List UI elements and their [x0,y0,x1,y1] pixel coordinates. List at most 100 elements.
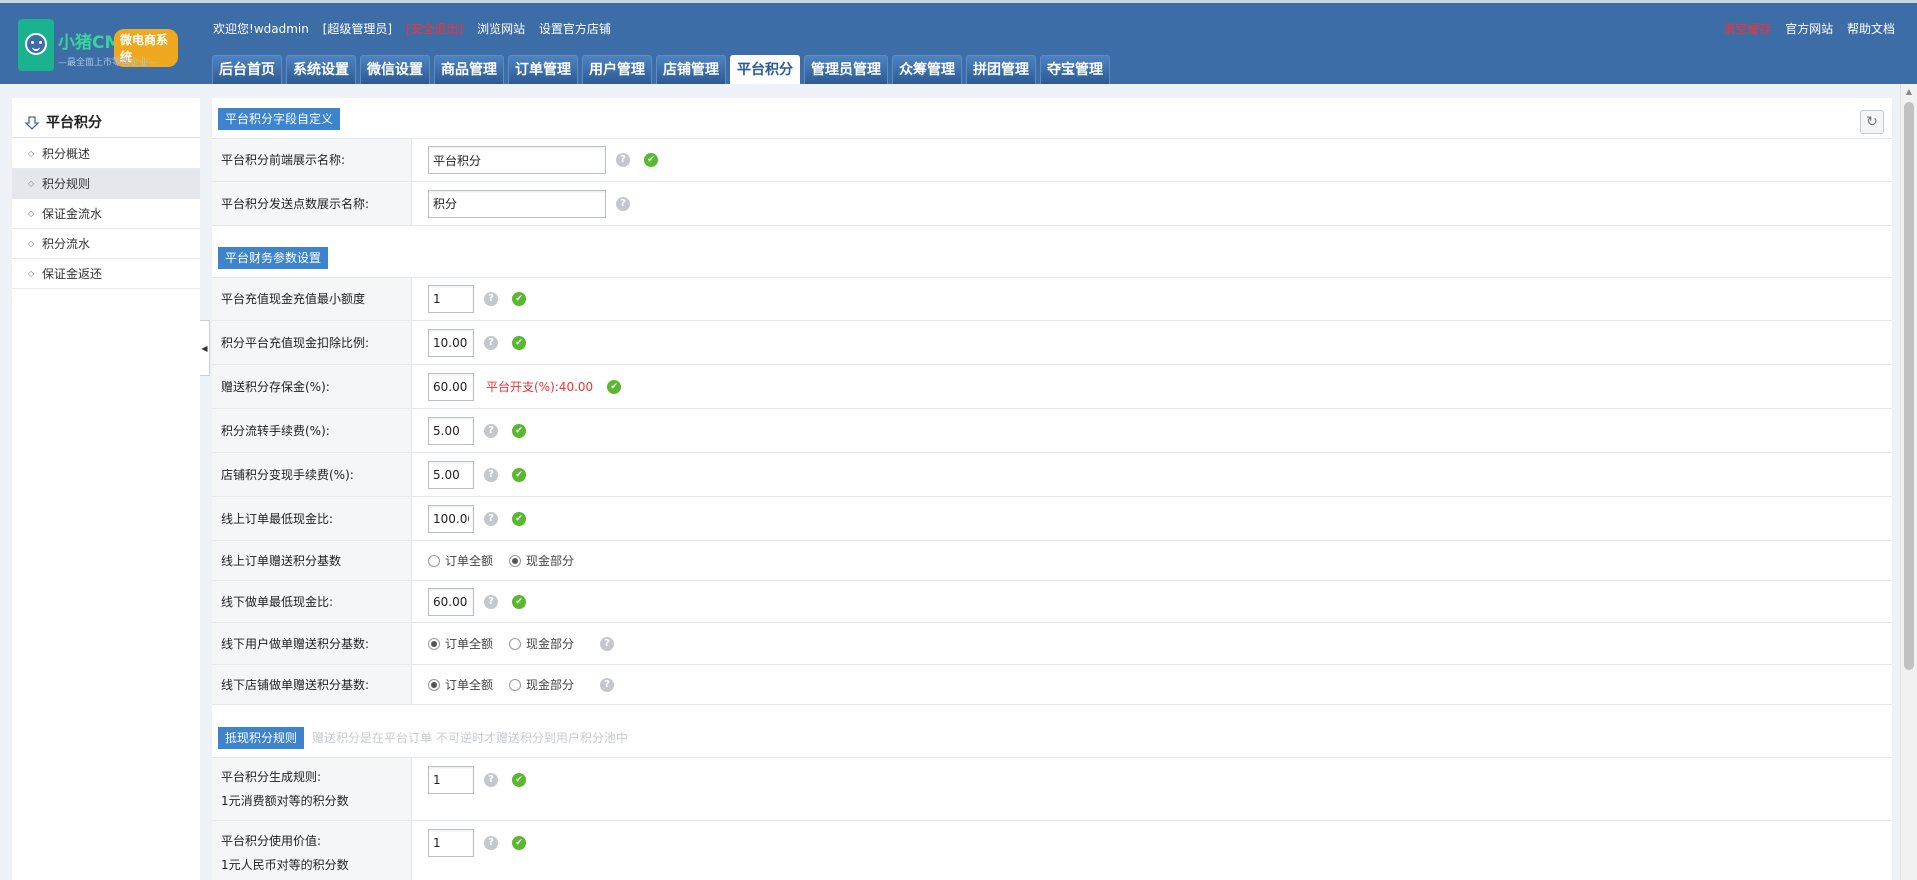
min-recharge-input[interactable] [428,285,474,313]
nav-tab-system[interactable]: 系统设置 [286,55,356,84]
row-gen-rule: 平台积分生成规则: 1元消费额对等的积分数 ? ✔ [212,757,1892,821]
radio-button-selected[interactable] [428,678,440,691]
row-use-value: 平台积分使用价值: 1元人民币对等的积分数 ? ✔ [212,821,1892,880]
deposit-label: 赠送积分存保金(%): [221,379,330,394]
welcome-text: 欢迎您!wdadmin [213,22,309,36]
nav-tab-crowdfunding[interactable]: 众筹管理 [892,55,962,84]
nav-tab-points[interactable]: 平台积分 [730,55,800,84]
check-icon: ✔ [644,153,658,167]
nav-tab-orders[interactable]: 订单管理 [508,55,578,84]
radio-button[interactable] [509,637,522,650]
clear-cache-link[interactable]: 清空缓存 [1723,22,1771,36]
sidebar-collapse-toggle[interactable]: ◀ [200,320,210,376]
check-icon: ✔ [512,423,526,438]
logout-link[interactable]: [安全退出] [406,22,463,36]
check-icon: ✔ [512,511,526,526]
help-icon[interactable]: ? [484,335,498,350]
row-send-name: 平台积分发送点数展示名称: ? [212,182,1892,226]
sidebar-item-deposit-return[interactable]: 保证金返还 [12,259,200,289]
radio-button[interactable] [428,554,440,567]
send-name-input[interactable] [428,189,606,218]
nav-tab-users[interactable]: 用户管理 [582,55,652,84]
offline-user-order-total-option[interactable]: 订单全额 [428,635,493,652]
send-name-label: 平台积分发送点数展示名称: [212,182,412,225]
gen-rule-input[interactable] [428,766,474,794]
username: wdadmin [253,22,309,36]
sidebar-title: 平台积分 [12,108,200,138]
section-rules-title: 抵现积分规则 [218,727,305,749]
online-min-cash-input[interactable] [428,504,474,533]
deposit-input[interactable] [428,372,474,401]
nav-tab-groupbuy[interactable]: 拼团管理 [966,55,1036,84]
row-min-recharge: 平台充值现金充值最小额度 ? ✔ [212,277,1892,321]
online-base-cash-part-option[interactable]: 现金部分 [509,552,574,569]
check-icon: ✔ [512,594,526,609]
offline-shop-order-total-option[interactable]: 订单全额 [428,676,493,693]
help-icon[interactable]: ? [484,773,498,787]
nav-tab-home[interactable]: 后台首页 [212,55,282,84]
nav-tab-treasure[interactable]: 夺宝管理 [1040,55,1110,84]
row-offline-shop-base: 线下店铺做单赠送积分基数: 订单全额 现金部分 ? [212,665,1892,705]
sidebar-item-points-flow[interactable]: 积分流水 [12,229,200,259]
online-min-cash-label: 线上订单最低现金比: [221,511,334,526]
logo-slogan: —最全面上市零售企业— [58,58,158,68]
sidebar-item-rules[interactable]: 积分规则 [12,169,200,199]
sidebar-item-overview[interactable]: 积分概述 [12,139,200,169]
help-icon[interactable]: ? [600,677,615,692]
help-icon[interactable]: ? [616,196,630,211]
section-finance-title: 平台财务参数设置 [218,247,329,269]
help-doc-link[interactable]: 帮助文档 [1847,22,1895,36]
help-icon[interactable]: ? [600,636,615,651]
help-icon[interactable]: ? [484,467,498,482]
scrollbar-thumb[interactable] [1904,102,1914,670]
refresh-icon[interactable]: ↻ [1860,110,1884,134]
row-transfer-fee: 积分流转手续费(%): ? ✔ [212,409,1892,453]
front-name-input[interactable] [428,146,606,174]
check-icon: ✔ [512,292,526,306]
offline-min-cash-input[interactable] [428,587,474,616]
row-offline-user-base: 线下用户做单赠送积分基数: 订单全额 现金部分 ? [212,623,1892,665]
deduct-ratio-input[interactable] [428,328,474,357]
official-site-link[interactable]: 官方网站 [1785,22,1833,36]
row-deposit: 赠送积分存保金(%): 平台开支(%):40.00 ✔ [212,365,1892,409]
help-icon[interactable]: ? [484,511,498,526]
scroll-up-arrow-icon[interactable]: ▲ [1901,84,1917,100]
row-cashout-fee: 店铺积分变现手续费(%): ? ✔ [212,453,1892,497]
check-icon: ✔ [512,467,526,482]
set-official-shop-link[interactable]: 设置官方店铺 [539,22,611,36]
page-scrollbar[interactable]: ▲ [1900,84,1917,880]
platform-expense-note: 平台开支(%):40.00 [486,380,594,394]
browse-site-link[interactable]: 浏览网站 [477,22,525,36]
row-offline-min-cash: 线下做单最低现金比: ? ✔ [212,581,1892,623]
row-online-base: 线上订单赠送积分基数 订单全额 现金部分 [212,541,1892,581]
sidebar: 平台积分 积分概述 积分规则 保证金流水 积分流水 保证金返还 [12,98,200,880]
use-value-input[interactable] [428,829,474,857]
help-icon[interactable]: ? [484,836,498,850]
nav-tab-wechat[interactable]: 微信设置 [360,55,430,84]
row-online-min-cash: 线上订单最低现金比: ? ✔ [212,497,1892,541]
help-icon[interactable]: ? [484,292,498,306]
logo[interactable]: 小猪CMS 微电商系统 —最全面上市零售企业— [18,19,178,75]
min-recharge-label: 平台充值现金充值最小额度 [221,292,366,306]
use-value-label: 平台积分使用价值: [221,833,322,848]
transfer-fee-input[interactable] [428,416,474,445]
radio-button[interactable] [509,678,522,691]
radio-button-selected[interactable] [509,554,522,567]
offline-user-cash-part-option[interactable]: 现金部分 [509,635,574,652]
sidebar-item-deposit-flow[interactable]: 保证金流水 [12,199,200,229]
radio-button-selected[interactable] [428,637,440,650]
nav-tab-admins[interactable]: 管理员管理 [804,55,888,84]
nav-tab-products[interactable]: 商品管理 [434,55,504,84]
cashout-fee-label: 店铺积分变现手续费(%): [221,467,354,482]
help-icon[interactable]: ? [484,594,498,609]
help-icon[interactable]: ? [616,153,630,167]
help-icon[interactable]: ? [484,423,498,438]
row-deduct-ratio: 积分平台充值现金扣除比例: ? ✔ [212,321,1892,365]
nav-tab-shops[interactable]: 店铺管理 [656,55,726,84]
cashout-fee-input[interactable] [428,460,474,489]
online-base-order-total-option[interactable]: 订单全额 [428,552,493,569]
offline-shop-cash-part-option[interactable]: 现金部分 [509,676,574,693]
header: 小猪CMS 微电商系统 —最全面上市零售企业— 欢迎您!wdadmin [超级管… [0,0,1917,84]
down-arrow-icon [24,116,40,130]
main-content: ↻ 平台积分字段自定义 平台积分前端展示名称: ? ✔ 平台积分发送点数展示名称… [212,98,1892,880]
